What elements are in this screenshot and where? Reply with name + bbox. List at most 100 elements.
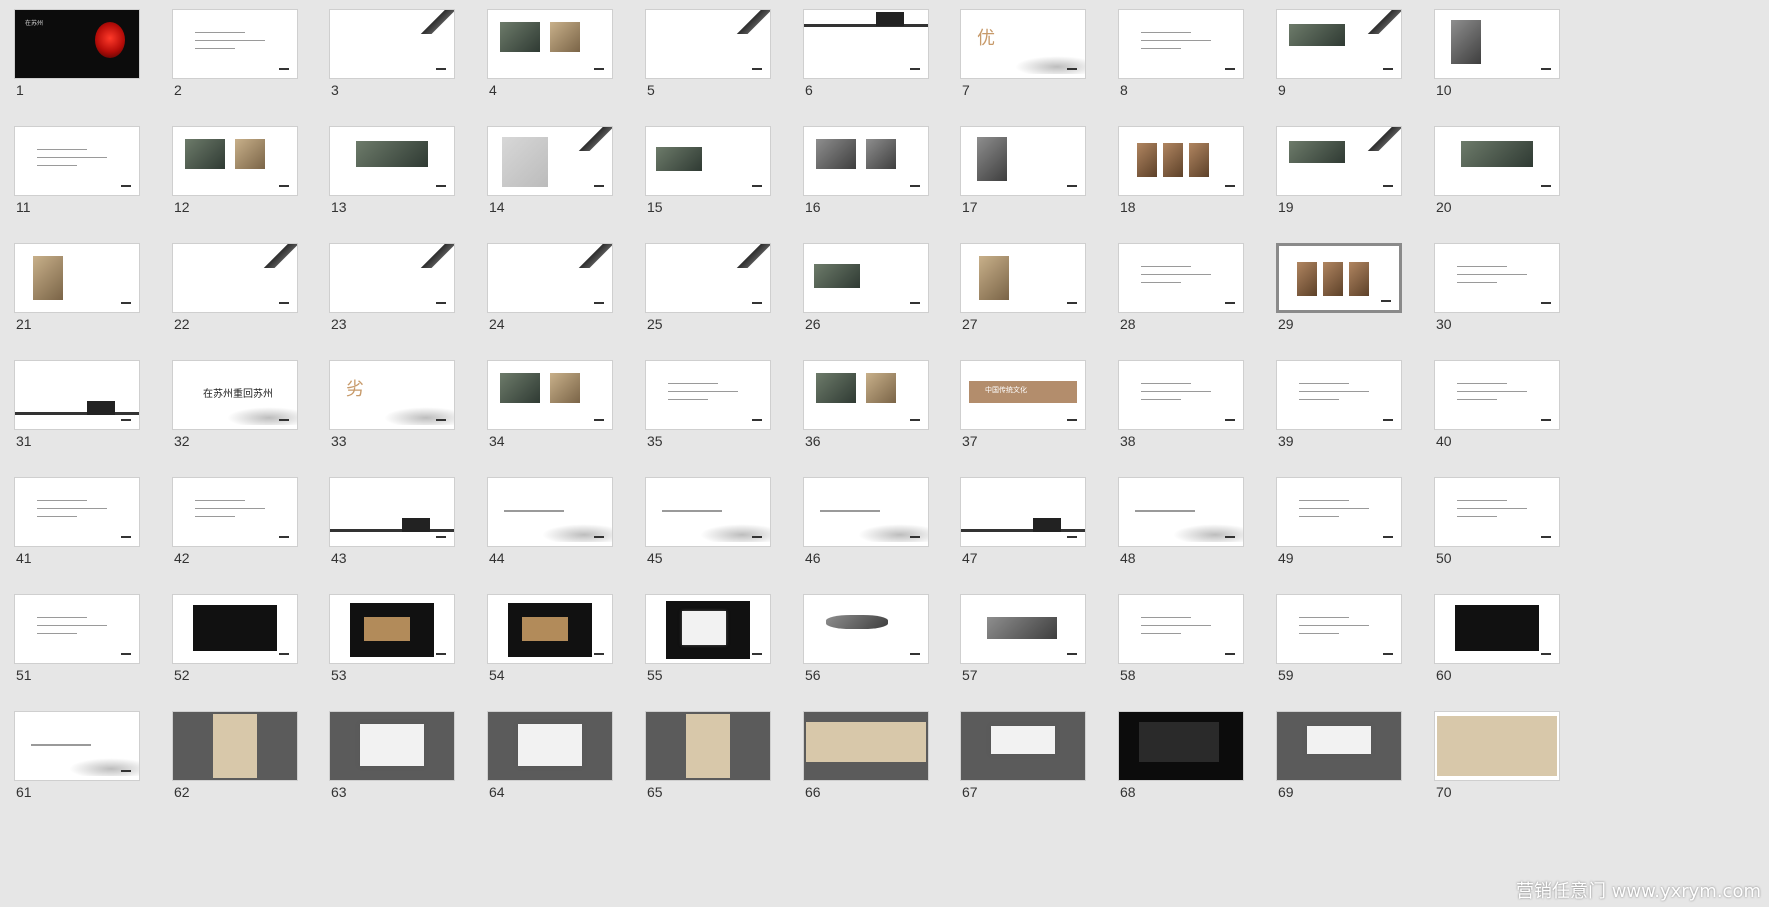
slide-preview[interactable] <box>14 360 140 430</box>
slide-thumbnail[interactable]: 47 <box>946 468 1088 578</box>
slide-thumbnail[interactable]: 11 <box>0 117 142 227</box>
slide-thumbnail[interactable]: 29 <box>1262 234 1404 344</box>
slide-preview[interactable]: 中国传统文化 <box>960 360 1086 430</box>
slide-thumbnail[interactable]: 43 <box>315 468 457 578</box>
slide-preview[interactable] <box>1118 126 1244 196</box>
slide-preview[interactable] <box>329 243 455 313</box>
slide-thumbnail[interactable]: 62 <box>158 702 300 812</box>
slide-preview[interactable] <box>487 711 613 781</box>
slide-preview[interactable] <box>329 711 455 781</box>
slide-preview[interactable] <box>1434 711 1560 781</box>
slide-thumbnail[interactable]: 50 <box>1420 468 1562 578</box>
slide-preview[interactable] <box>960 711 1086 781</box>
slide-preview[interactable] <box>1276 243 1402 313</box>
slide-thumbnail[interactable]: 68 <box>1104 702 1246 812</box>
slide-thumbnail[interactable]: 12 <box>158 117 300 227</box>
slide-preview[interactable] <box>645 477 771 547</box>
slide-preview[interactable] <box>803 477 929 547</box>
slide-preview[interactable] <box>172 594 298 664</box>
slide-preview[interactable] <box>172 477 298 547</box>
slide-preview[interactable] <box>14 477 140 547</box>
slide-preview[interactable] <box>487 9 613 79</box>
slide-thumbnail[interactable]: 中国传统文化 37 <box>946 351 1088 461</box>
slide-thumbnail[interactable]: 36 <box>789 351 931 461</box>
slide-preview[interactable] <box>1434 594 1560 664</box>
slide-preview[interactable]: 在苏州 <box>14 9 140 79</box>
slide-preview[interactable] <box>14 126 140 196</box>
slide-thumbnail[interactable]: 在苏州 1 <box>0 0 142 110</box>
slide-thumbnail[interactable]: 64 <box>473 702 615 812</box>
slide-thumbnail[interactable]: 优7 <box>946 0 1088 110</box>
slide-thumbnail[interactable]: 38 <box>1104 351 1246 461</box>
slide-thumbnail[interactable]: 59 <box>1262 585 1404 695</box>
slide-preview[interactable] <box>645 126 771 196</box>
slide-thumbnail[interactable]: 49 <box>1262 468 1404 578</box>
slide-preview[interactable] <box>960 594 1086 664</box>
slide-thumbnail[interactable]: 2 <box>158 0 300 110</box>
slide-thumbnail[interactable]: 39 <box>1262 351 1404 461</box>
slide-preview[interactable] <box>172 9 298 79</box>
slide-preview[interactable] <box>803 594 929 664</box>
slide-preview[interactable] <box>1276 360 1402 430</box>
slide-preview[interactable] <box>1118 594 1244 664</box>
slide-preview[interactable] <box>172 126 298 196</box>
slide-thumbnail[interactable]: 66 <box>789 702 931 812</box>
slide-thumbnail[interactable]: 55 <box>631 585 773 695</box>
slide-preview[interactable] <box>645 360 771 430</box>
slide-thumbnail[interactable]: 45 <box>631 468 773 578</box>
slide-preview[interactable]: 优 <box>960 9 1086 79</box>
slide-preview[interactable] <box>1118 360 1244 430</box>
slide-preview[interactable] <box>487 477 613 547</box>
slide-thumbnail[interactable]: 3 <box>315 0 457 110</box>
slide-preview[interactable] <box>1118 9 1244 79</box>
slide-preview[interactable] <box>1276 477 1402 547</box>
slide-thumbnail[interactable]: 42 <box>158 468 300 578</box>
slide-thumbnail[interactable]: 4 <box>473 0 615 110</box>
slide-preview[interactable] <box>172 711 298 781</box>
slide-thumbnail[interactable]: 21 <box>0 234 142 344</box>
slide-preview[interactable] <box>803 360 929 430</box>
slide-thumbnail[interactable]: 19 <box>1262 117 1404 227</box>
slide-thumbnail[interactable]: 40 <box>1420 351 1562 461</box>
slide-thumbnail[interactable]: 31 <box>0 351 142 461</box>
slide-preview[interactable] <box>487 126 613 196</box>
slide-thumbnail[interactable]: 69 <box>1262 702 1404 812</box>
slide-preview[interactable] <box>329 594 455 664</box>
slide-preview[interactable] <box>960 126 1086 196</box>
slide-preview[interactable] <box>960 477 1086 547</box>
slide-thumbnail[interactable]: 10 <box>1420 0 1562 110</box>
slide-preview[interactable] <box>487 360 613 430</box>
slide-thumbnail[interactable]: 20 <box>1420 117 1562 227</box>
slide-preview[interactable] <box>1276 594 1402 664</box>
slide-thumbnail[interactable]: 17 <box>946 117 1088 227</box>
slide-preview[interactable] <box>645 243 771 313</box>
slide-thumbnail[interactable]: 16 <box>789 117 931 227</box>
slide-preview[interactable] <box>803 243 929 313</box>
slide-preview[interactable] <box>1434 126 1560 196</box>
slide-thumbnail[interactable]: 48 <box>1104 468 1246 578</box>
slide-preview[interactable] <box>803 126 929 196</box>
slide-thumbnail[interactable]: 劣 33 <box>315 351 457 461</box>
slide-preview[interactable] <box>1118 243 1244 313</box>
slide-thumbnail[interactable]: 6 <box>789 0 931 110</box>
slide-thumbnail[interactable]: 26 <box>789 234 931 344</box>
slide-preview[interactable] <box>803 9 929 79</box>
slide-preview[interactable] <box>487 594 613 664</box>
slide-preview[interactable] <box>14 243 140 313</box>
slide-thumbnail[interactable]: 51 <box>0 585 142 695</box>
slide-preview[interactable] <box>1276 126 1402 196</box>
slide-thumbnail[interactable]: 58 <box>1104 585 1246 695</box>
slide-thumbnail[interactable]: 53 <box>315 585 457 695</box>
slide-preview[interactable] <box>645 9 771 79</box>
slide-preview[interactable] <box>645 711 771 781</box>
slide-preview[interactable]: 劣 <box>329 360 455 430</box>
slide-thumbnail[interactable]: 54 <box>473 585 615 695</box>
slide-thumbnail[interactable]: 65 <box>631 702 773 812</box>
slide-preview[interactable] <box>645 594 771 664</box>
slide-preview[interactable] <box>1434 243 1560 313</box>
slide-preview[interactable] <box>329 9 455 79</box>
slide-thumbnail[interactable]: 18 <box>1104 117 1246 227</box>
slide-thumbnail[interactable]: 63 <box>315 702 457 812</box>
slide-thumbnail[interactable]: 67 <box>946 702 1088 812</box>
slide-preview[interactable] <box>1118 711 1244 781</box>
